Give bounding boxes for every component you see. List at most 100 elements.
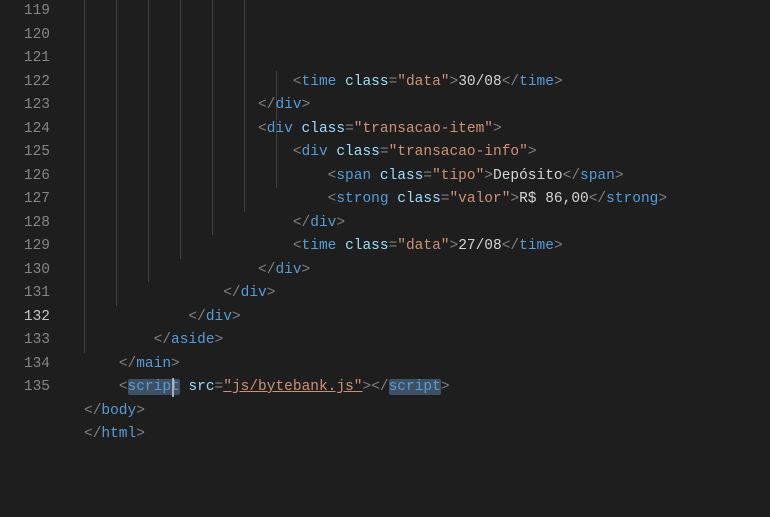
line-number: 127 [0,188,50,212]
token: time [519,74,554,90]
token: class [345,238,389,254]
line-number: 130 [0,259,50,283]
token: > [136,403,145,419]
line-number: 119 [0,0,50,24]
token: </ [502,74,519,90]
token: div [275,262,301,278]
token: src [188,379,214,395]
token: time [302,74,337,90]
token: 30/08 [458,74,502,90]
line-number-gutter: 1191201211221231241251261271281291301311… [0,0,68,500]
token: "transacao-item" [354,121,493,137]
token: time [519,238,554,254]
token: < [119,379,128,395]
token: "tipo" [432,168,484,184]
token: > [362,379,371,395]
line-number: 124 [0,118,50,142]
code-line[interactable]: </div> [84,306,770,330]
code-content[interactable]: <time class="data">30/08</time> </div> <… [68,0,770,500]
token: div [275,97,301,113]
token: "transacao-info" [389,144,528,160]
token: </ [188,309,205,325]
token: class [397,191,441,207]
token: > [232,309,241,325]
code-editor[interactable]: 1191201211221231241251261271281291301311… [0,0,770,500]
token: < [258,121,267,137]
token: html [101,426,136,442]
token: 27/08 [458,238,502,254]
token: script [389,379,441,395]
token: class [345,74,389,90]
line-number: 121 [0,47,50,71]
line-number: 129 [0,235,50,259]
code-line[interactable]: </aside> [84,329,770,353]
token: "valor" [449,191,510,207]
token: div [206,309,232,325]
code-line[interactable] [84,447,770,471]
token: > [215,332,224,348]
token: </ [84,426,101,442]
token: span [336,168,371,184]
token: = [423,168,432,184]
code-line[interactable]: <time class="data">27/08</time> [84,235,770,259]
token: > [302,262,311,278]
token: class [336,144,380,160]
code-line[interactable]: <div class="transacao-item"> [84,118,770,142]
token: = [389,238,398,254]
line-number: 123 [0,94,50,118]
code-line[interactable]: <time class="data">30/08</time> [84,71,770,95]
code-line[interactable]: <script src="js/bytebank.js"></script> [84,376,770,400]
token: time [302,238,337,254]
token: "data" [397,238,449,254]
token: strong [336,191,388,207]
token: < [293,238,302,254]
token: > [493,121,502,137]
token: > [510,191,519,207]
token: > [658,191,667,207]
line-number: 128 [0,212,50,236]
token: div [302,144,328,160]
line-number: 133 [0,329,50,353]
line-number: 134 [0,353,50,377]
token: </ [223,285,240,301]
token: < [293,74,302,90]
token: = [345,121,354,137]
code-line[interactable]: <div class="transacao-info"> [84,141,770,165]
code-line[interactable]: </main> [84,353,770,377]
token: div [310,215,336,231]
token: > [171,356,180,372]
line-number: 125 [0,141,50,165]
code-line[interactable]: </html> [84,423,770,447]
token: div [241,285,267,301]
token: </ [502,238,519,254]
token: aside [171,332,215,348]
token [389,191,398,207]
line-number: 122 [0,71,50,95]
token: "js/bytebank.js" [223,379,362,395]
token: class [302,121,346,137]
line-number: 131 [0,282,50,306]
line-number: 135 [0,376,50,400]
token: </ [589,191,606,207]
token: = [380,144,389,160]
token: > [450,74,459,90]
token: < [293,144,302,160]
token [336,238,345,254]
token: > [554,238,563,254]
code-line[interactable]: <strong class="valor">R$ 86,00</strong> [84,188,770,212]
code-line[interactable]: <span class="tipo">Depósito</span> [84,165,770,189]
code-line[interactable]: </div> [84,282,770,306]
token: </ [371,379,388,395]
token: "data" [397,74,449,90]
code-line[interactable]: </div> [84,212,770,236]
code-line[interactable]: </div> [84,259,770,283]
code-line[interactable]: </body> [84,400,770,424]
code-line[interactable]: </div> [84,94,770,118]
token: </ [119,356,136,372]
line-number: 132 [0,306,50,330]
token: = [215,379,224,395]
token: > [484,168,493,184]
token: </ [258,97,275,113]
token: main [136,356,171,372]
token: </ [563,168,580,184]
